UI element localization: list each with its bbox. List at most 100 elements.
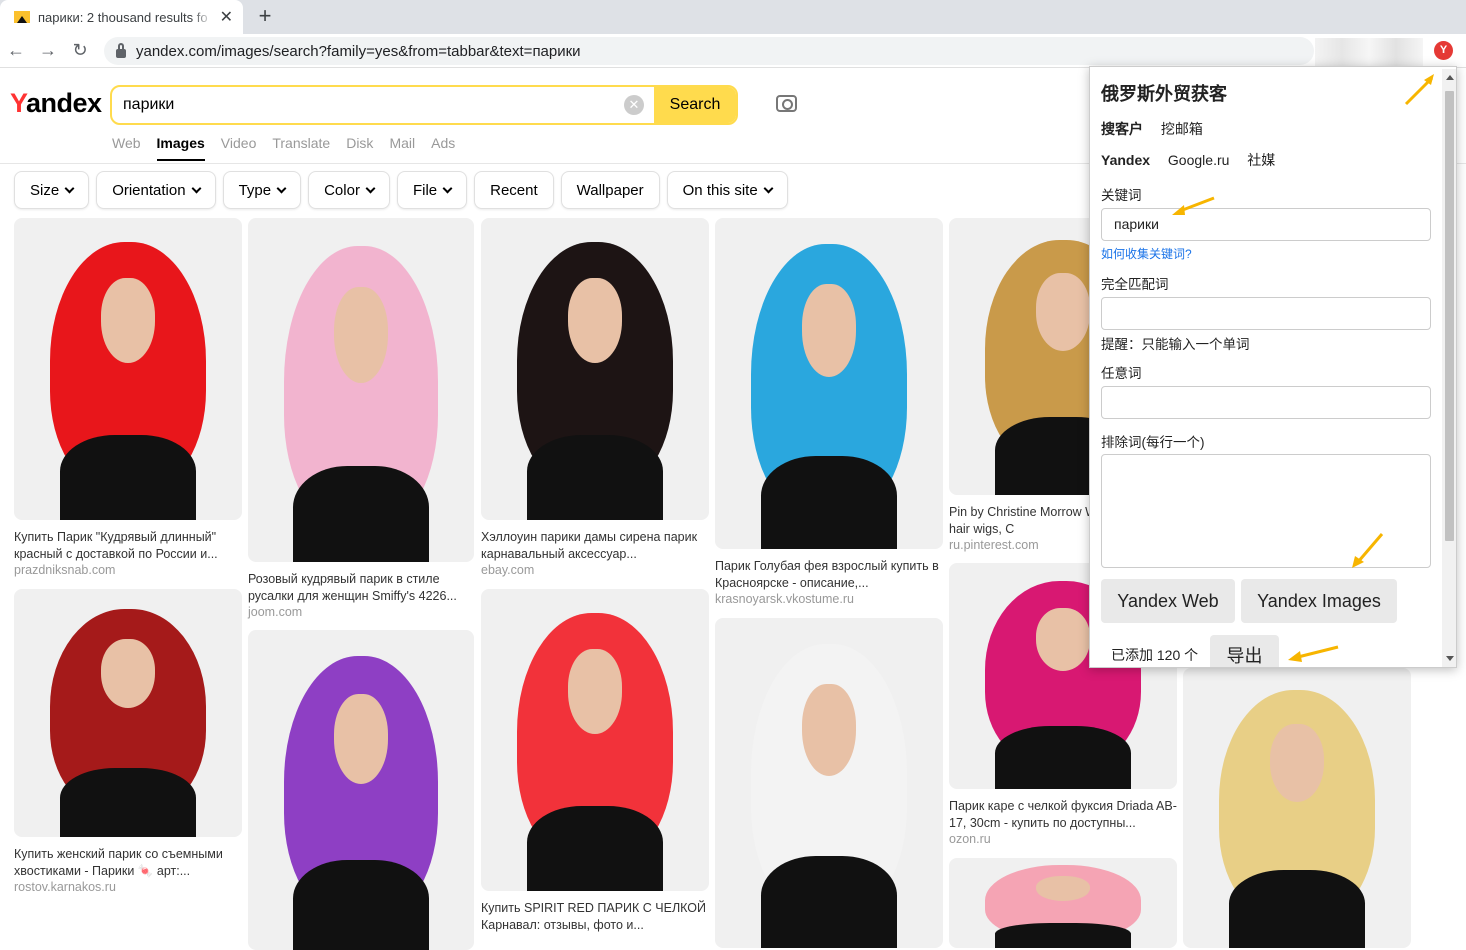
filter-type[interactable]: Type xyxy=(222,171,302,209)
face-shape xyxy=(567,649,623,734)
chevron-down-icon xyxy=(442,183,453,193)
services-nav: Web Images Video Translate Disk Mail Ads xyxy=(112,135,471,161)
engine-yandex[interactable]: Yandex xyxy=(1101,152,1150,168)
scroll-down-icon[interactable] xyxy=(1446,656,1454,661)
chevron-down-icon xyxy=(365,183,376,193)
torso-shape xyxy=(526,435,664,520)
service-tab-video[interactable]: Video xyxy=(221,135,257,161)
panel-primary-nav: 搜客户 挖邮箱 xyxy=(1101,119,1217,139)
filter-label: Type xyxy=(238,181,272,199)
result-domain[interactable]: ru.pinterest.com xyxy=(949,538,1039,552)
result-thumbnail[interactable] xyxy=(481,218,709,520)
filter-recent[interactable]: Recent xyxy=(474,171,554,209)
url-text[interactable]: yandex.com/images/search?family=yes&from… xyxy=(136,43,581,60)
clear-search-icon[interactable]: ✕ xyxy=(624,95,644,115)
result-thumbnail[interactable] xyxy=(715,618,943,948)
extension-icon[interactable]: Y xyxy=(1434,41,1453,60)
filter-wallpaper[interactable]: Wallpaper xyxy=(560,171,660,209)
yandex-web-button[interactable]: Yandex Web xyxy=(1101,579,1235,623)
any-word-input[interactable] xyxy=(1101,386,1431,419)
service-tab-images[interactable]: Images xyxy=(156,135,205,161)
keyword-input[interactable]: парики xyxy=(1101,208,1431,241)
result-thumbnail[interactable] xyxy=(14,218,242,520)
browser-tab[interactable]: парики: 2 thousand results fo ✕ xyxy=(0,0,243,34)
panel-scrollbar[interactable] xyxy=(1442,69,1456,667)
result-caption[interactable]: Парик каре с челкой фуксия Driada AB-17,… xyxy=(949,798,1177,832)
tab-title: парики: 2 thousand results fo xyxy=(38,9,208,25)
result-thumbnail[interactable] xyxy=(715,218,943,549)
result-domain[interactable]: ozon.ru xyxy=(949,832,991,846)
result-caption[interactable]: Розовый кудрявый парик в стиле русалки д… xyxy=(248,571,474,605)
exclude-words-textarea[interactable] xyxy=(1101,454,1431,568)
exact-match-label: 完全匹配词 xyxy=(1101,277,1169,292)
filter-color[interactable]: Color xyxy=(308,171,390,209)
close-tab-icon[interactable]: ✕ xyxy=(220,7,233,27)
filter-on-this-site[interactable]: On this site xyxy=(666,171,788,209)
nav-dig-emails[interactable]: 挖邮箱 xyxy=(1161,121,1203,137)
filter-size[interactable]: Size xyxy=(14,171,90,209)
scrollbar-thumb[interactable] xyxy=(1445,91,1454,541)
browser-toolbar: ← → ↻ yandex.com/images/search?family=ye… xyxy=(0,34,1466,68)
result-caption[interactable]: Парик Голубая фея взрослый купить в Крас… xyxy=(715,558,943,592)
result-caption[interactable]: Купить Парик "Кудрявый длинный" красный … xyxy=(14,529,242,563)
filter-file[interactable]: File xyxy=(396,171,468,209)
result-domain[interactable]: ebay.com xyxy=(481,563,534,577)
torso-shape xyxy=(1228,869,1366,948)
filter-orientation[interactable]: Orientation xyxy=(96,171,216,209)
exact-match-input[interactable] xyxy=(1101,297,1431,330)
new-tab-button[interactable]: + xyxy=(253,3,277,29)
result-thumbnail[interactable] xyxy=(14,589,242,837)
search-button[interactable]: Search xyxy=(654,87,736,123)
filter-bar: Size Orientation Type Color File Recent Wallpa… xyxy=(14,171,795,209)
face-shape xyxy=(100,278,156,363)
exact-match-hint: 提醒：只能输入一个单词 xyxy=(1101,337,1250,352)
scroll-up-icon[interactable] xyxy=(1446,75,1454,80)
result-domain[interactable]: joom.com xyxy=(248,605,302,619)
result-thumbnail[interactable] xyxy=(949,858,1177,948)
panel-title: 俄罗斯外贸获客 xyxy=(1101,84,1227,104)
service-tab-ads[interactable]: Ads xyxy=(431,135,455,161)
keyword-help-link[interactable]: 如何收集关键词? xyxy=(1101,245,1192,262)
search-input[interactable] xyxy=(112,87,624,123)
face-shape xyxy=(333,694,389,784)
face-shape xyxy=(801,284,857,377)
torso-shape xyxy=(293,860,429,950)
camera-search-icon[interactable] xyxy=(776,95,797,112)
filter-label: Recent xyxy=(490,181,538,199)
tab-strip: парики: 2 thousand results fo ✕ + xyxy=(0,0,1466,34)
result-domain[interactable]: rostov.karnakos.ru xyxy=(14,880,116,894)
nav-find-customers[interactable]: 搜客户 xyxy=(1101,121,1143,137)
back-arrow-icon[interactable]: ← xyxy=(5,40,27,61)
filter-label: File xyxy=(412,181,438,199)
result-thumbnail[interactable] xyxy=(1183,668,1411,948)
filter-label: Size xyxy=(30,181,60,199)
export-button[interactable]: 导出 xyxy=(1210,635,1279,667)
engine-social[interactable]: 社媒 xyxy=(1247,152,1275,168)
engine-google-ru[interactable]: Google.ru xyxy=(1168,152,1229,168)
torso-shape xyxy=(994,725,1132,789)
torso-shape xyxy=(760,855,898,948)
yandex-logo[interactable]: Yandex xyxy=(10,88,102,119)
service-tab-disk[interactable]: Disk xyxy=(346,135,373,161)
service-tab-mail[interactable]: Mail xyxy=(389,135,415,161)
result-caption[interactable]: Купить женский парик со съемными хвостик… xyxy=(14,846,242,880)
reload-icon[interactable]: ↻ xyxy=(69,40,91,61)
result-caption[interactable]: Хэллоуин парики дамы сирена парик карнав… xyxy=(481,529,709,563)
face-shape xyxy=(1035,273,1091,351)
result-thumbnail[interactable] xyxy=(248,630,474,950)
filter-label: Orientation xyxy=(112,181,186,199)
result-domain[interactable]: krasnoyarsk.vkostume.ru xyxy=(715,592,854,606)
yandex-images-button[interactable]: Yandex Images xyxy=(1241,579,1397,623)
panel-engine-nav: Yandex Google.ru 社媒 xyxy=(1101,150,1289,170)
service-tab-translate[interactable]: Translate xyxy=(272,135,330,161)
face-shape xyxy=(801,684,857,777)
torso-shape xyxy=(526,806,664,891)
result-thumbnail[interactable] xyxy=(248,218,474,562)
logo-letter: Y xyxy=(10,88,27,118)
forward-arrow-icon[interactable]: → xyxy=(37,40,59,61)
address-bar[interactable]: yandex.com/images/search?family=yes&from… xyxy=(104,37,1314,65)
result-domain[interactable]: prazdniksnab.com xyxy=(14,563,115,577)
result-thumbnail[interactable] xyxy=(481,589,709,891)
service-tab-web[interactable]: Web xyxy=(112,135,141,161)
result-caption[interactable]: Купить SPIRIT RED ПАРИК С ЧЕЛКОЙ Карнава… xyxy=(481,900,709,934)
